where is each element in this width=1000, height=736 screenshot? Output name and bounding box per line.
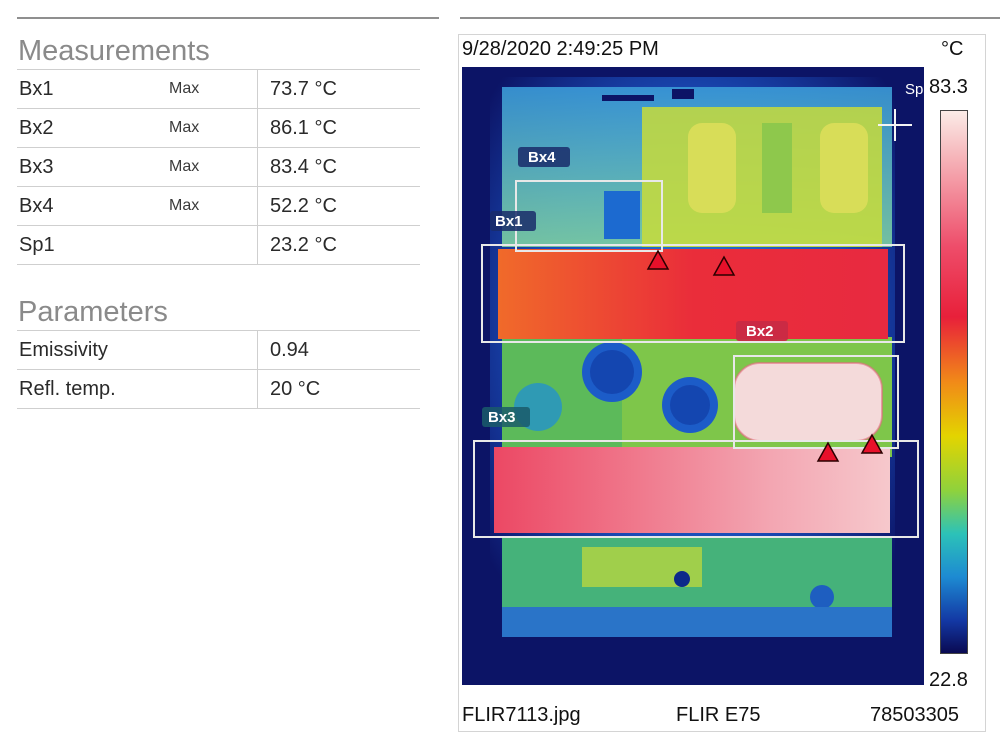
measurement-type: Max bbox=[169, 108, 258, 148]
measurement-name: Bx2 bbox=[17, 108, 169, 148]
measurement-value: 83.4 °C bbox=[257, 147, 420, 187]
right-top-rule bbox=[460, 17, 1000, 19]
parameter-name: Refl. temp. bbox=[17, 369, 258, 409]
camera-model: FLIR E75 bbox=[676, 704, 761, 726]
bx4-label: Bx4 bbox=[528, 149, 556, 166]
temperature-scale-bar bbox=[940, 110, 968, 654]
table-row: Bx2 Max 86.1 °C bbox=[17, 108, 420, 148]
serial-number: 78503305 bbox=[870, 704, 959, 726]
parameters-title: Parameters bbox=[18, 296, 168, 328]
table-row: Sp1 23.2 °C bbox=[17, 225, 420, 265]
measurements-table: Bx1 Max 73.7 °C Bx2 Max 86.1 °C Bx3 Max … bbox=[17, 69, 420, 265]
measurement-type: Max bbox=[169, 69, 258, 109]
bx2-label: Bx2 bbox=[746, 323, 774, 340]
parameter-name: Emissivity bbox=[17, 330, 258, 370]
measurement-type: Max bbox=[169, 147, 258, 187]
thermal-image: Bx4 Bx1 Bx2 Bx3 Sp bbox=[462, 67, 924, 685]
scale-max: 83.3 bbox=[929, 76, 968, 98]
parameter-value: 20 °C bbox=[257, 369, 420, 409]
filename: FLIR7113.jpg bbox=[462, 704, 581, 726]
table-row: Bx4 Max 52.2 °C bbox=[17, 186, 420, 226]
measurement-name: Sp1 bbox=[17, 225, 169, 265]
unit-label: °C bbox=[941, 38, 964, 60]
measurement-value: 86.1 °C bbox=[257, 108, 420, 148]
measurement-name: Bx3 bbox=[17, 147, 169, 187]
table-row: Refl. temp. 20 °C bbox=[17, 369, 420, 409]
left-top-rule bbox=[17, 17, 439, 19]
table-row: Bx3 Max 83.4 °C bbox=[17, 147, 420, 187]
measurement-value: 73.7 °C bbox=[257, 69, 420, 109]
bx3-label: Bx3 bbox=[488, 409, 516, 426]
parameters-table: Emissivity 0.94 Refl. temp. 20 °C bbox=[17, 330, 420, 409]
measurement-value: 23.2 °C bbox=[257, 225, 420, 265]
table-row: Emissivity 0.94 bbox=[17, 330, 420, 370]
measurement-value: 52.2 °C bbox=[257, 186, 420, 226]
parameter-value: 0.94 bbox=[257, 330, 420, 370]
table-row: Bx1 Max 73.7 °C bbox=[17, 69, 420, 109]
scale-min: 22.8 bbox=[929, 669, 968, 691]
measurement-type bbox=[169, 225, 258, 265]
measurement-name: Bx1 bbox=[17, 69, 169, 109]
measurement-type: Max bbox=[169, 186, 258, 226]
measurement-name: Bx4 bbox=[17, 186, 169, 226]
timestamp: 9/28/2020 2:49:25 PM bbox=[462, 38, 659, 60]
bx1-label: Bx1 bbox=[495, 213, 523, 230]
spot-label: Sp bbox=[905, 81, 923, 98]
measurements-title: Measurements bbox=[18, 35, 210, 67]
